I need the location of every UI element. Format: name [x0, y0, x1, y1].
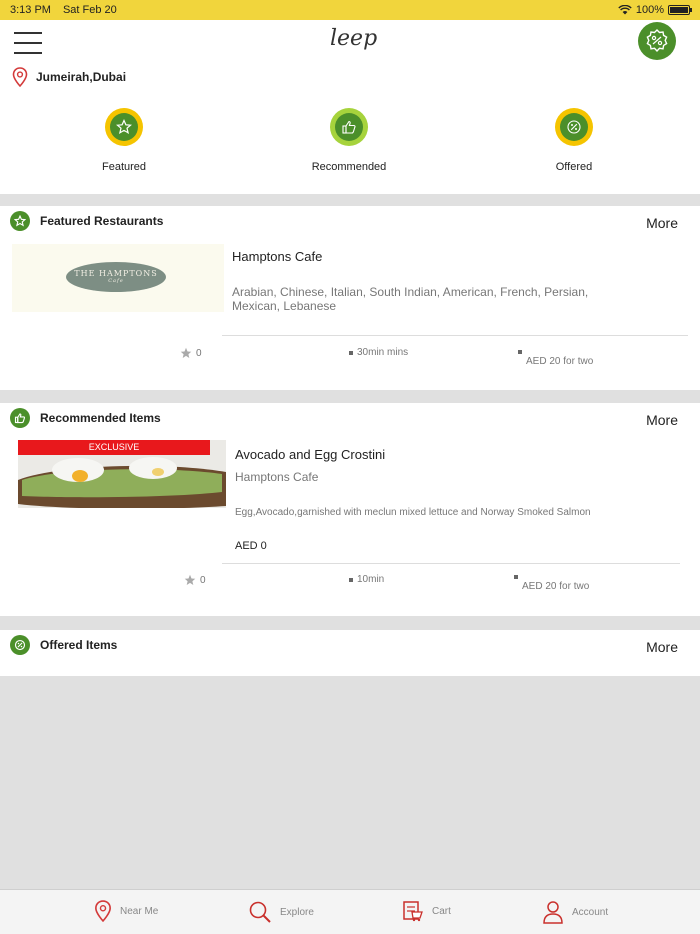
- food-item-restaurant: Hamptons Cafe: [235, 470, 319, 484]
- tab-label: Explore: [280, 906, 314, 918]
- recommended-items-section: Recommended Items More EXCLUSIVE Avocado…: [0, 403, 700, 616]
- delivery-time-value: 30min mins: [357, 347, 409, 358]
- divider: [222, 563, 680, 564]
- app-logo: leep: [330, 26, 378, 51]
- rating-value: 0: [196, 347, 202, 359]
- category-label: Featured: [101, 161, 147, 173]
- search-icon: [249, 901, 271, 923]
- offered-more-link[interactable]: More: [646, 639, 678, 655]
- wifi-icon: [618, 5, 632, 15]
- clock-icon: [349, 350, 353, 355]
- tab-label: Cart: [432, 905, 451, 917]
- location-pin-icon: [12, 67, 28, 87]
- cart-icon: [403, 901, 423, 922]
- star-icon: [10, 211, 30, 231]
- star-rating-icon: [184, 574, 196, 585]
- section-header: Recommended Items: [10, 408, 161, 428]
- star-rating-icon: [180, 347, 192, 358]
- star-icon: [110, 113, 138, 141]
- status-date: Sat Feb 20: [62, 4, 117, 16]
- category-label: Offered: [555, 161, 593, 173]
- status-time: 3:13 PM: [10, 4, 51, 16]
- rating: 0: [180, 347, 202, 359]
- delivery-time: 10min: [349, 574, 384, 585]
- restaurant-name[interactable]: Hamptons Cafe: [232, 249, 322, 264]
- menu-line: [14, 52, 42, 54]
- thumbs-up-icon: [335, 113, 363, 141]
- restaurant-cuisines-line2: Mexican, Lebanese: [232, 299, 337, 313]
- delivery-time-value: 10min: [357, 574, 385, 585]
- menu-line: [14, 32, 42, 34]
- category-ring: [330, 108, 368, 146]
- rating: 0: [184, 574, 206, 586]
- featured-restaurants-section: Featured Restaurants More THE HAMPTONS C…: [0, 206, 700, 390]
- location-label: Jumeirah,Dubai: [36, 70, 127, 84]
- tab-explore[interactable]: Explore: [248, 900, 314, 924]
- offered-items-section: Offered Items More: [0, 630, 700, 676]
- header: leep Jumeirah,Dubai Featured Recommended…: [0, 20, 700, 194]
- price-for-two-value: AED 20 for two: [522, 581, 590, 592]
- thumbs-up-icon: [10, 408, 30, 428]
- category-featured[interactable]: Featured: [64, 108, 184, 173]
- restaurant-cuisines-line1: Arabian, Chinese, Italian, South Indian,…: [232, 285, 589, 299]
- rating-value: 0: [200, 574, 206, 586]
- logo-text: THE HAMPTONS: [74, 269, 158, 278]
- section-title: Recommended Items: [40, 411, 161, 425]
- logo-subtext: Cafe: [108, 278, 124, 284]
- price-for-two: AED 20 for two: [518, 350, 593, 367]
- battery-level: [670, 7, 688, 13]
- restaurant-image[interactable]: THE HAMPTONS Cafe: [12, 244, 224, 312]
- location-pin-icon: [95, 900, 111, 922]
- tab-label: Account: [572, 906, 609, 918]
- section-header: Featured Restaurants: [10, 211, 163, 231]
- percent-badge-icon: [560, 113, 588, 141]
- battery-icon: [668, 5, 692, 15]
- tab-cart[interactable]: Cart: [402, 900, 451, 922]
- category-label: Recommended: [311, 161, 387, 173]
- menu-line: [14, 42, 42, 44]
- food-item-name[interactable]: Avocado and Egg Crostini: [235, 447, 385, 462]
- tab-label: Near Me: [120, 905, 159, 917]
- food-item-image[interactable]: EXCLUSIVE: [18, 440, 226, 508]
- location-selector[interactable]: Jumeirah,Dubai: [12, 67, 126, 87]
- price-for-two-value: AED 20 for two: [526, 356, 594, 367]
- price-for-two: AED 20 for two: [514, 575, 589, 592]
- delivery-time: 30min mins: [349, 347, 408, 358]
- tab-account[interactable]: Account: [542, 900, 608, 924]
- percent-badge-icon: [10, 635, 30, 655]
- tab-near-me[interactable]: Near Me: [94, 900, 158, 922]
- settings-button[interactable]: [638, 22, 676, 60]
- category-ring: [105, 108, 143, 146]
- menu-button[interactable]: [14, 32, 42, 54]
- divider: [222, 335, 688, 336]
- section-title: Offered Items: [40, 638, 118, 652]
- food-item-price: AED 0: [235, 540, 267, 552]
- battery-percent: 100%: [635, 4, 664, 16]
- price-icon: [518, 350, 522, 354]
- recommended-more-link[interactable]: More: [646, 412, 678, 428]
- status-bar: 3:13 PM Sat Feb 20 100%: [0, 0, 700, 20]
- featured-more-link[interactable]: More: [646, 215, 678, 231]
- restaurant-logo: THE HAMPTONS Cafe: [66, 262, 166, 292]
- user-icon: [543, 901, 563, 924]
- clock-icon: [349, 577, 353, 582]
- exclusive-badge: EXCLUSIVE: [18, 440, 210, 455]
- section-header: Offered Items: [10, 635, 117, 655]
- category-offered[interactable]: Offered: [514, 108, 634, 173]
- settings-badge-icon: [646, 29, 668, 53]
- section-title: Featured Restaurants: [40, 214, 164, 228]
- food-item-description: Egg,Avocado,garnished with meclun mixed …: [235, 507, 591, 518]
- category-recommended[interactable]: Recommended: [289, 108, 409, 173]
- category-ring: [555, 108, 593, 146]
- bottom-tab-bar: Near Me Explore Cart Account: [0, 889, 700, 934]
- price-icon: [514, 575, 518, 579]
